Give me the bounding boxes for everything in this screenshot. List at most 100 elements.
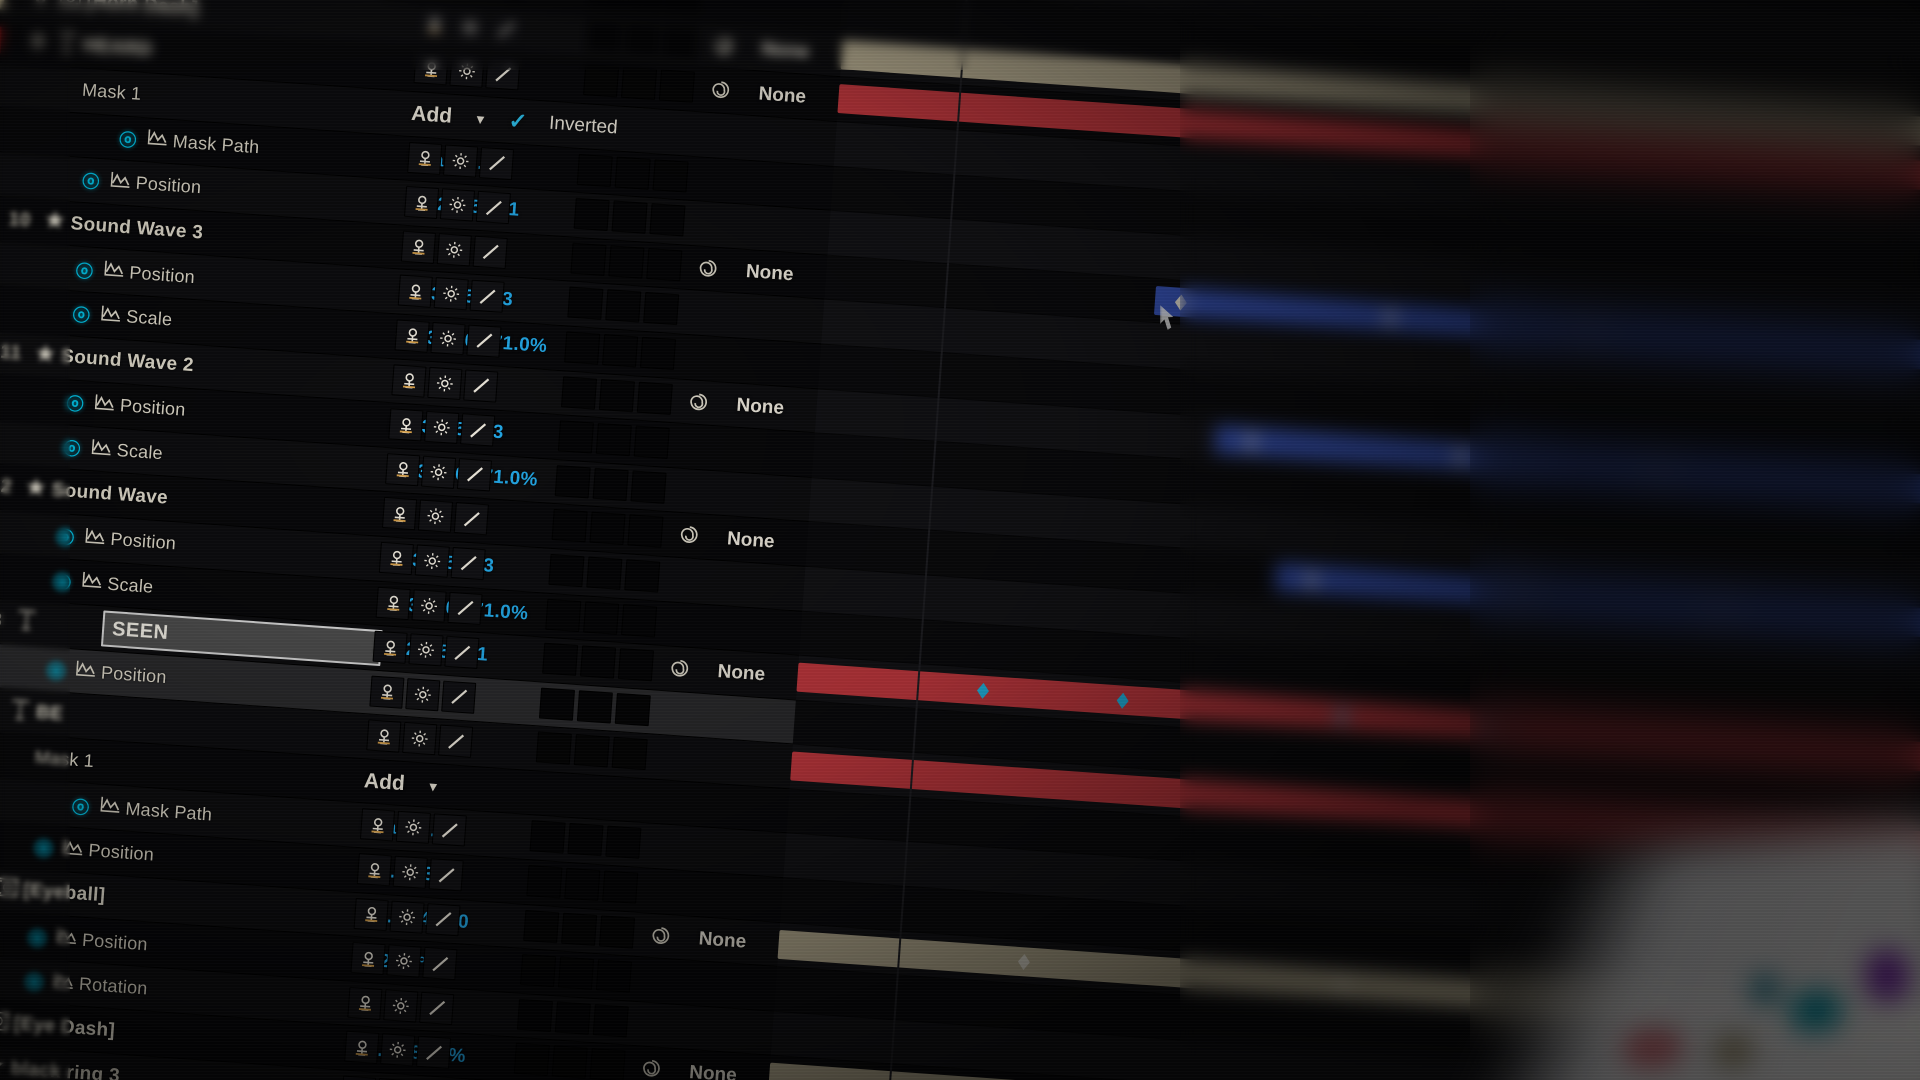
three-d-layer-icon[interactable] bbox=[676, 522, 702, 554]
graph-icon[interactable] bbox=[48, 971, 79, 995]
switch-box-a[interactable] bbox=[557, 420, 594, 454]
three-d-layer-icon[interactable] bbox=[667, 656, 693, 688]
motion-blur-icon[interactable] bbox=[402, 722, 438, 756]
switch-box-b[interactable] bbox=[561, 912, 598, 946]
stopwatch-icon[interactable]: ⓞ bbox=[21, 923, 53, 950]
layer-color-swatch[interactable] bbox=[0, 0, 6, 9]
check-icon[interactable]: ✓ bbox=[508, 108, 528, 135]
stopwatch-icon[interactable]: ⓞ bbox=[40, 656, 72, 683]
collapse-transformations-icon[interactable] bbox=[356, 853, 392, 887]
switch-box-a[interactable] bbox=[583, 64, 620, 98]
extra-switch-group[interactable] bbox=[548, 553, 661, 593]
collapse-transformations-icon[interactable] bbox=[407, 141, 443, 175]
three-d-layer-icon[interactable] bbox=[648, 922, 674, 954]
switch-box-a[interactable] bbox=[589, 0, 626, 9]
motion-blur-icon[interactable] bbox=[383, 989, 419, 1023]
mask-mode-value[interactable]: Add bbox=[363, 769, 405, 796]
layer-switch-group[interactable] bbox=[381, 497, 489, 536]
motion-blur-icon[interactable] bbox=[395, 811, 431, 845]
switch-box-b[interactable] bbox=[573, 734, 610, 768]
motion-blur-icon[interactable] bbox=[392, 855, 428, 889]
switch-box-c[interactable] bbox=[665, 0, 702, 15]
stopwatch-icon[interactable]: ⓞ bbox=[56, 434, 88, 461]
extra-switch-group[interactable] bbox=[573, 197, 686, 237]
motion-blur-icon[interactable] bbox=[449, 55, 485, 89]
layer-name[interactable]: Sound Wave bbox=[51, 480, 169, 510]
switch-box-b[interactable] bbox=[605, 289, 642, 323]
switch-box-b[interactable] bbox=[602, 334, 639, 368]
layer-name[interactable]: Sound Wave 3 bbox=[70, 213, 204, 244]
adjustment-layer-icon[interactable] bbox=[438, 724, 474, 759]
layer-switch-group[interactable] bbox=[413, 52, 521, 91]
collapse-transformations-icon[interactable] bbox=[413, 52, 449, 86]
motion-blur-icon[interactable] bbox=[411, 588, 447, 623]
motion-blur-icon[interactable] bbox=[386, 944, 422, 978]
switch-box-b[interactable] bbox=[608, 245, 645, 279]
layer-switch-group[interactable] bbox=[347, 986, 455, 1025]
switch-box-b[interactable] bbox=[614, 156, 651, 190]
switch-box-c[interactable] bbox=[639, 336, 677, 371]
layer-switch-group[interactable] bbox=[369, 675, 477, 714]
motion-blur-icon[interactable] bbox=[389, 900, 425, 934]
mask-mode-value[interactable]: Add bbox=[410, 102, 453, 129]
motion-blur-icon[interactable] bbox=[436, 232, 472, 267]
collapse-transformations-icon[interactable] bbox=[375, 586, 411, 620]
collapse-transformations-icon[interactable] bbox=[350, 942, 386, 976]
switch-box-a[interactable] bbox=[516, 998, 554, 1032]
switch-box-c[interactable] bbox=[602, 870, 639, 904]
extra-switch-group[interactable] bbox=[542, 642, 655, 682]
switch-box-a[interactable] bbox=[567, 286, 604, 321]
layer-name[interactable]: [Eyeball] bbox=[23, 880, 106, 908]
stopwatch-icon[interactable]: ⓞ bbox=[65, 792, 97, 819]
three-d-layer-icon[interactable] bbox=[708, 77, 734, 109]
adjustment-layer-icon[interactable] bbox=[466, 324, 502, 358]
adjustment-layer-icon[interactable] bbox=[441, 680, 477, 714]
adjustment-layer-icon[interactable] bbox=[415, 1036, 452, 1070]
motion-blur-icon[interactable] bbox=[433, 277, 469, 311]
adjustment-layer-icon[interactable] bbox=[453, 502, 489, 536]
collapse-transformations-icon[interactable] bbox=[416, 7, 452, 42]
graph-icon[interactable] bbox=[95, 796, 126, 820]
extra-switch-group[interactable] bbox=[535, 731, 648, 771]
adjustment-layer-icon[interactable] bbox=[447, 591, 483, 625]
motion-blur-icon[interactable] bbox=[443, 143, 479, 178]
collapse-transformations-icon[interactable] bbox=[344, 1031, 380, 1065]
graph-icon[interactable] bbox=[70, 660, 101, 684]
extra-switch-group[interactable] bbox=[564, 331, 677, 371]
switch-box-a[interactable] bbox=[513, 1043, 550, 1077]
motion-blur-icon[interactable] bbox=[408, 633, 444, 667]
switch-box-a[interactable] bbox=[538, 687, 576, 721]
switch-box-a[interactable] bbox=[520, 954, 557, 988]
collapse-transformations-icon[interactable] bbox=[391, 363, 427, 398]
layer-name[interactable]: [Horn Dash] bbox=[86, 0, 199, 20]
switch-box-c[interactable] bbox=[643, 292, 680, 326]
motion-blur-icon[interactable] bbox=[414, 544, 450, 578]
motion-blur-icon[interactable] bbox=[439, 188, 476, 222]
stopwatch-icon[interactable]: ⓞ bbox=[69, 256, 101, 283]
motion-blur-icon[interactable] bbox=[424, 410, 460, 445]
collapse-transformations-icon[interactable] bbox=[347, 986, 383, 1020]
switch-box-c[interactable] bbox=[636, 381, 673, 415]
switch-box-b[interactable] bbox=[627, 0, 664, 12]
switch-box-b[interactable] bbox=[598, 378, 635, 412]
graph-icon[interactable] bbox=[142, 128, 173, 152]
switch-box-b[interactable] bbox=[611, 200, 648, 234]
three-d-layer-icon[interactable] bbox=[685, 389, 711, 421]
three-d-layer-icon[interactable] bbox=[638, 1056, 664, 1080]
switch-box-b[interactable] bbox=[576, 689, 613, 724]
collapse-transformations-icon[interactable] bbox=[353, 897, 389, 931]
switch-box-c[interactable] bbox=[589, 1048, 626, 1080]
adjustment-layer-icon[interactable] bbox=[444, 635, 480, 670]
layer-switch-group[interactable] bbox=[391, 363, 499, 403]
switch-box-c[interactable] bbox=[658, 69, 695, 104]
collapse-transformations-icon[interactable] bbox=[359, 808, 396, 842]
switch-box-a[interactable] bbox=[548, 553, 585, 588]
graph-icon[interactable] bbox=[86, 437, 117, 461]
chevron-down-icon[interactable]: ▼ bbox=[426, 778, 440, 794]
adjustment-layer-icon[interactable] bbox=[425, 902, 461, 936]
switch-box-b[interactable] bbox=[554, 1001, 591, 1035]
stopwatch-icon[interactable]: ⓞ bbox=[47, 567, 79, 594]
switch-box-c[interactable] bbox=[592, 1003, 629, 1038]
switch-box-a[interactable] bbox=[554, 464, 591, 499]
extra-switch-group[interactable] bbox=[523, 909, 636, 949]
